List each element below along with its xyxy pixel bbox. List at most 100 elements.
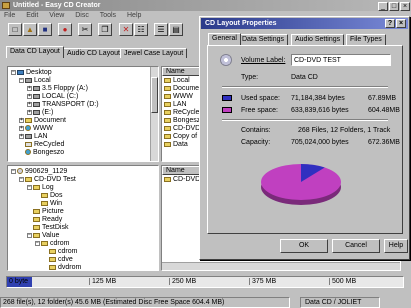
dialog-close-button[interactable]: ×: [396, 19, 406, 28]
tree-node[interactable]: − 990629_1129: [11, 168, 155, 176]
explorer-list-header[interactable]: Name: [162, 67, 204, 76]
dialog-help-button[interactable]: ?: [385, 19, 395, 28]
properties-icon[interactable]: ☷: [134, 23, 148, 36]
expand-icon[interactable]: +: [27, 93, 32, 99]
cancel-button[interactable]: Cancel: [332, 239, 380, 253]
folder-icon: [164, 85, 171, 91]
folder-icon: [33, 184, 40, 190]
tree-node[interactable]: Dos: [11, 192, 155, 200]
layout-hscrollbar[interactable]: [162, 262, 400, 270]
expand-icon[interactable]: +: [19, 133, 24, 139]
list-item[interactable]: LAN: [164, 101, 202, 109]
folder-icon: [33, 216, 40, 222]
menu-file[interactable]: File: [4, 12, 15, 19]
menu-view[interactable]: View: [49, 12, 64, 19]
tab-data-cd-layout[interactable]: Data CD Layout: [6, 46, 64, 58]
record-icon[interactable]: ●: [58, 23, 72, 36]
tree-node[interactable]: + LOCAL (C:): [11, 93, 155, 101]
tree-node[interactable]: cdrom: [11, 248, 155, 256]
tree-node[interactable]: dvdrom: [11, 264, 155, 270]
volume-label-caption: Volume Label:: [241, 57, 286, 64]
expand-icon[interactable]: +: [27, 109, 32, 115]
tab-audio-settings[interactable]: Audio Settings: [291, 34, 345, 45]
menu-edit[interactable]: Edit: [26, 12, 38, 19]
tree-node[interactable]: − Value: [11, 232, 155, 240]
details-icon[interactable]: ▤: [169, 23, 183, 36]
collapse-icon[interactable]: −: [27, 232, 32, 238]
tab-file-types[interactable]: File Types: [346, 34, 386, 45]
list-item[interactable]: Bongeszo: [164, 117, 204, 125]
tree-node[interactable]: + WWW: [11, 125, 155, 133]
collapse-icon[interactable]: −: [19, 77, 24, 83]
tree-node[interactable]: − cdrom: [11, 240, 155, 248]
tab-general[interactable]: General: [208, 33, 241, 45]
folder-icon: [49, 248, 56, 254]
tab-audio-cd-layout[interactable]: Audio CD Layout: [63, 48, 124, 58]
used-space-mb: 67.89MB: [368, 95, 397, 102]
tree-node[interactable]: − Local: [11, 77, 155, 85]
list-item[interactable]: Copy of CD: [164, 133, 204, 141]
collapse-icon[interactable]: −: [11, 69, 16, 75]
tree-node[interactable]: Bongeszo: [11, 149, 155, 157]
tree-node[interactable]: + TRANSPORT (D:): [11, 101, 155, 109]
tree-node[interactable]: +3.5 Floppy (A:): [11, 85, 155, 93]
collapse-icon[interactable]: −: [35, 240, 40, 246]
tree-node-label: Picture: [42, 208, 64, 215]
tree-node[interactable]: − Desktop: [11, 69, 155, 77]
network-icon: [25, 133, 32, 139]
menu-disc[interactable]: Disc: [75, 12, 89, 19]
volume-label-input[interactable]: [291, 54, 391, 66]
tree-node[interactable]: − CD-DVD Test: [11, 176, 155, 184]
tree-node[interactable]: − Log: [11, 184, 155, 192]
save-icon[interactable]: ■: [38, 23, 52, 36]
folder-icon: [25, 117, 32, 123]
expand-icon[interactable]: +: [27, 85, 32, 91]
tree-node[interactable]: ReCycled: [11, 141, 155, 149]
main-maximize-button[interactable]: □: [389, 2, 399, 11]
main-close-button[interactable]: ×: [400, 2, 410, 11]
collapse-icon[interactable]: −: [27, 184, 32, 190]
tree-node[interactable]: TestDisk: [11, 224, 155, 232]
delete-icon[interactable]: ✕: [119, 23, 133, 36]
explorer-tree-scrollbar[interactable]: [150, 67, 158, 161]
cut-icon[interactable]: ✂: [78, 23, 92, 36]
dialog-title: CD Layout Properties: [205, 20, 277, 27]
open-icon[interactable]: ▲: [23, 23, 37, 36]
tree-node[interactable]: Win: [11, 200, 155, 208]
tree-node-label: ReCycled: [34, 141, 65, 148]
disc-usage-pie-chart: [261, 164, 341, 205]
new-icon[interactable]: □: [8, 23, 22, 36]
list-item[interactable]: WWW: [164, 93, 202, 101]
menu-help[interactable]: Help: [127, 12, 141, 19]
list-item[interactable]: Document: [164, 85, 204, 93]
tree-node[interactable]: + LAN: [11, 133, 155, 141]
list-item[interactable]: CD-DVD T: [164, 125, 204, 133]
free-space-swatch: [222, 107, 232, 113]
ok-button[interactable]: OK: [280, 239, 328, 253]
menu-tools[interactable]: Tools: [100, 12, 116, 19]
tree-node[interactable]: Picture: [11, 208, 155, 216]
tree-node[interactable]: cdve: [11, 256, 155, 264]
tab-jewel-case-layout[interactable]: Jewel Case Layout: [120, 48, 188, 58]
tree-node[interactable]: + (E:): [11, 109, 155, 117]
expand-icon[interactable]: +: [19, 117, 24, 123]
collapse-icon[interactable]: −: [11, 168, 16, 174]
help-button[interactable]: Help: [384, 239, 408, 253]
folder-icon: [164, 133, 171, 139]
tree-node[interactable]: Ready: [11, 216, 155, 224]
used-space-swatch: [222, 95, 232, 101]
tree-node[interactable]: + Document: [11, 117, 155, 125]
list-item[interactable]: Data: [164, 141, 202, 149]
scroll-thumb[interactable]: [151, 77, 158, 113]
list-item[interactable]: Local: [164, 77, 202, 85]
list-icon[interactable]: ☰: [154, 23, 168, 36]
collapse-icon[interactable]: −: [19, 176, 24, 182]
copy-icon[interactable]: ❐: [98, 23, 112, 36]
folder-icon: [49, 256, 56, 262]
expand-icon[interactable]: +: [27, 101, 32, 107]
expand-icon[interactable]: +: [19, 125, 24, 131]
main-minimize-button[interactable]: _: [378, 2, 388, 11]
list-item[interactable]: ReCycled: [164, 109, 203, 117]
dialog-general-page: Volume Label: Type: Data CD Used space: …: [207, 45, 403, 234]
tab-data-settings[interactable]: Data Settings: [238, 34, 289, 45]
